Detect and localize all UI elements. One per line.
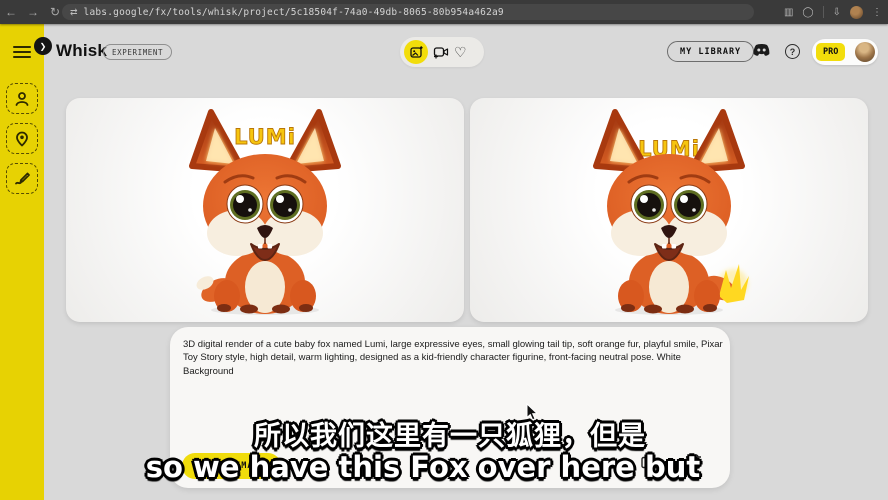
prompt-textarea[interactable]: 3D digital render of a cute baby fox nam… (183, 338, 727, 378)
discord-icon[interactable] (752, 43, 771, 63)
help-icon[interactable]: ? (785, 44, 800, 59)
user-avatar[interactable] (855, 42, 875, 62)
sidebar (0, 24, 44, 500)
generated-image-2[interactable]: LUMi (470, 98, 868, 322)
forward-arrow-icon[interactable]: → (22, 5, 44, 19)
reading-list-icon[interactable]: ▥ (784, 7, 793, 18)
fox-name-overlay: LUMi (234, 125, 296, 149)
style-pencil-icon (14, 170, 31, 187)
sidebar-expand-button[interactable]: ❯ (34, 37, 52, 55)
account-button[interactable]: PRO (812, 39, 878, 65)
sidebar-item-style[interactable] (6, 163, 38, 194)
heart-icon[interactable]: ♡ (454, 45, 467, 59)
extension-icon[interactable]: ◯ (802, 7, 813, 18)
image-generate-icon[interactable] (404, 40, 428, 64)
subtitle-chinese: 所以我们这里有一只狐狸，但是 (254, 414, 646, 453)
subtitle-english: so we have this Fox over here but (146, 450, 700, 484)
pro-badge: PRO (816, 43, 845, 61)
toolbar-divider (823, 6, 824, 18)
scene-location-icon (14, 131, 30, 147)
my-library-button[interactable]: MY LIBRARY (667, 41, 754, 62)
sidebar-item-subject[interactable] (6, 83, 38, 114)
page-title: Whisk (56, 41, 107, 61)
subject-person-icon (14, 91, 30, 107)
address-bar[interactable]: ⇄ labs.google/fx/tools/whisk/project/5c1… (62, 4, 754, 20)
sidebar-item-scene[interactable] (6, 123, 38, 154)
whisk-app-window: ← → ↻ ⇄ labs.google/fx/tools/whisk/proje… (0, 0, 888, 500)
video-add-icon[interactable] (433, 45, 449, 59)
mode-toolbar: ♡ (400, 37, 484, 67)
search-engine-swap-icon: ⇄ (70, 7, 78, 18)
mouse-cursor-icon (526, 403, 539, 426)
my-library-label: MY LIBRARY (680, 47, 741, 57)
menu-dots-icon[interactable]: ⋮ (872, 7, 882, 18)
experiment-badge: EXPERIMENT (103, 44, 172, 60)
hamburger-menu-icon[interactable] (13, 46, 31, 58)
download-icon[interactable]: ⇩ (833, 7, 841, 18)
back-arrow-icon[interactable]: ← (0, 5, 22, 19)
browser-toolbar: ← → ↻ ⇄ labs.google/fx/tools/whisk/proje… (0, 0, 888, 24)
browser-profile-avatar[interactable] (850, 6, 863, 19)
url-text[interactable]: labs.google/fx/tools/whisk/project/5c185… (84, 7, 504, 18)
generated-image-1[interactable]: LUMi (66, 98, 464, 322)
